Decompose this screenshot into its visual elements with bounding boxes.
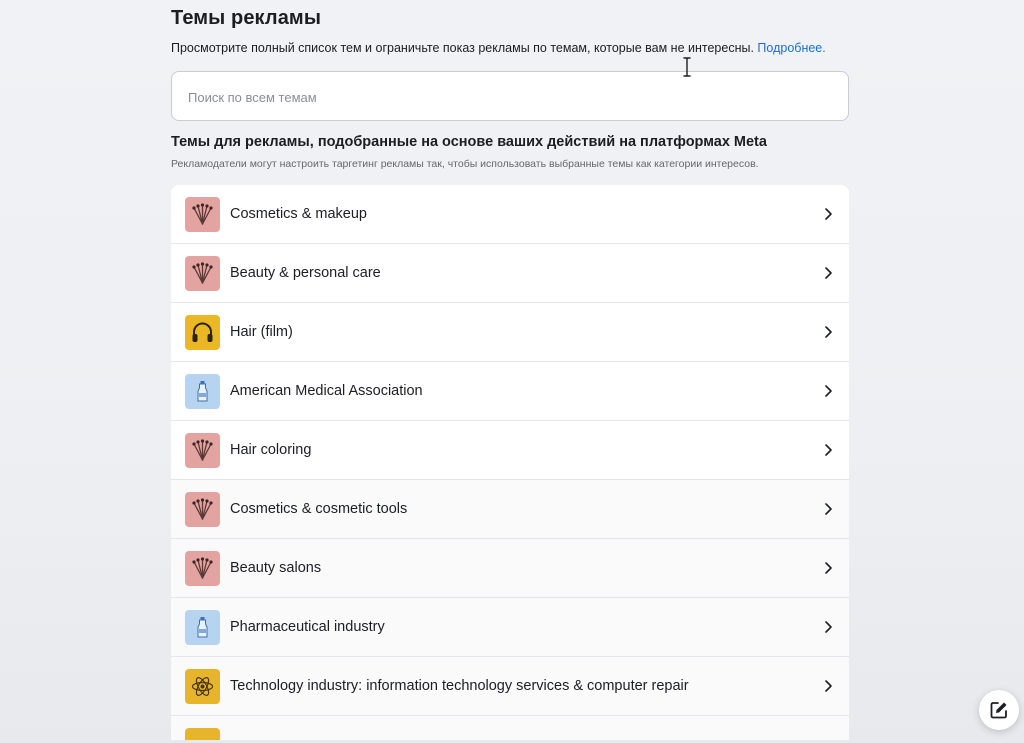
topic-label: Cosmetics & cosmetic tools: [230, 501, 408, 517]
topic-label: Cosmetics & makeup: [230, 206, 367, 222]
topic-row[interactable]: Beauty & personal care: [171, 244, 849, 303]
topic-row[interactable]: Hair (film): [171, 303, 849, 362]
topic-label: Hair (film): [230, 324, 293, 340]
atom-icon: [185, 669, 220, 704]
topic-label: Beauty & personal care: [230, 265, 381, 281]
chevron-right-icon: [825, 208, 832, 220]
ad-topics-page: Темы рекламы Просмотрите полный список т…: [0, 0, 1024, 743]
chevron-right-icon: [825, 680, 832, 692]
medicine-bottle-icon: [185, 610, 220, 645]
text-cursor-icon: [683, 57, 691, 77]
topic-row[interactable]: Beauty salons: [171, 539, 849, 598]
topic-row[interactable]: American Medical Association: [171, 362, 849, 421]
section-subtitle: Рекламодатели могут настроить таргетинг …: [171, 158, 759, 170]
makeup-brushes-icon: [185, 492, 220, 527]
medicine-bottle-icon: [185, 374, 220, 409]
section-title: Темы для рекламы, подобранные на основе …: [171, 134, 767, 150]
topic-icon: [185, 728, 220, 740]
page-description: Просмотрите полный список тем и ограничь…: [171, 41, 826, 55]
topic-row[interactable]: Pharmaceutical industry: [171, 598, 849, 657]
page-title: Темы рекламы: [171, 7, 322, 29]
learn-more-link[interactable]: Подробнее.: [757, 41, 825, 55]
chevron-right-icon: [825, 267, 832, 279]
chevron-right-icon: [825, 621, 832, 633]
search-input[interactable]: [186, 72, 830, 122]
topic-row[interactable]: Technology industry: information technol…: [171, 657, 849, 716]
chevron-right-icon: [825, 385, 832, 397]
makeup-brushes-icon: [185, 197, 220, 232]
makeup-brushes-icon: [185, 551, 220, 586]
search-box[interactable]: [171, 71, 849, 122]
topic-row[interactable]: Cosmetics & makeup: [171, 185, 849, 244]
chevron-right-icon: [825, 503, 832, 515]
topic-label: Hair coloring: [230, 442, 312, 458]
chevron-right-icon: [825, 444, 832, 456]
compose-button[interactable]: [979, 690, 1019, 730]
makeup-brushes-icon: [185, 433, 220, 468]
chevron-right-icon: [825, 326, 832, 338]
topic-label: American Medical Association: [230, 383, 423, 399]
headphones-icon: [185, 315, 220, 350]
description-text: Просмотрите полный список тем и ограничь…: [171, 41, 754, 55]
chevron-right-icon: [825, 562, 832, 574]
topic-row[interactable]: Cosmetics & cosmetic tools: [171, 480, 849, 539]
topic-label: Pharmaceutical industry: [230, 619, 385, 635]
topic-row[interactable]: Hair coloring: [171, 421, 849, 480]
topics-list: Cosmetics & makeup Beauty & personal car…: [171, 185, 849, 740]
topic-label: Beauty salons: [230, 560, 322, 576]
topic-row-partial[interactable]: [171, 716, 849, 740]
makeup-brushes-icon: [185, 256, 220, 291]
topic-label: Technology industry: information technol…: [230, 678, 689, 694]
compose-icon: [990, 702, 1007, 719]
